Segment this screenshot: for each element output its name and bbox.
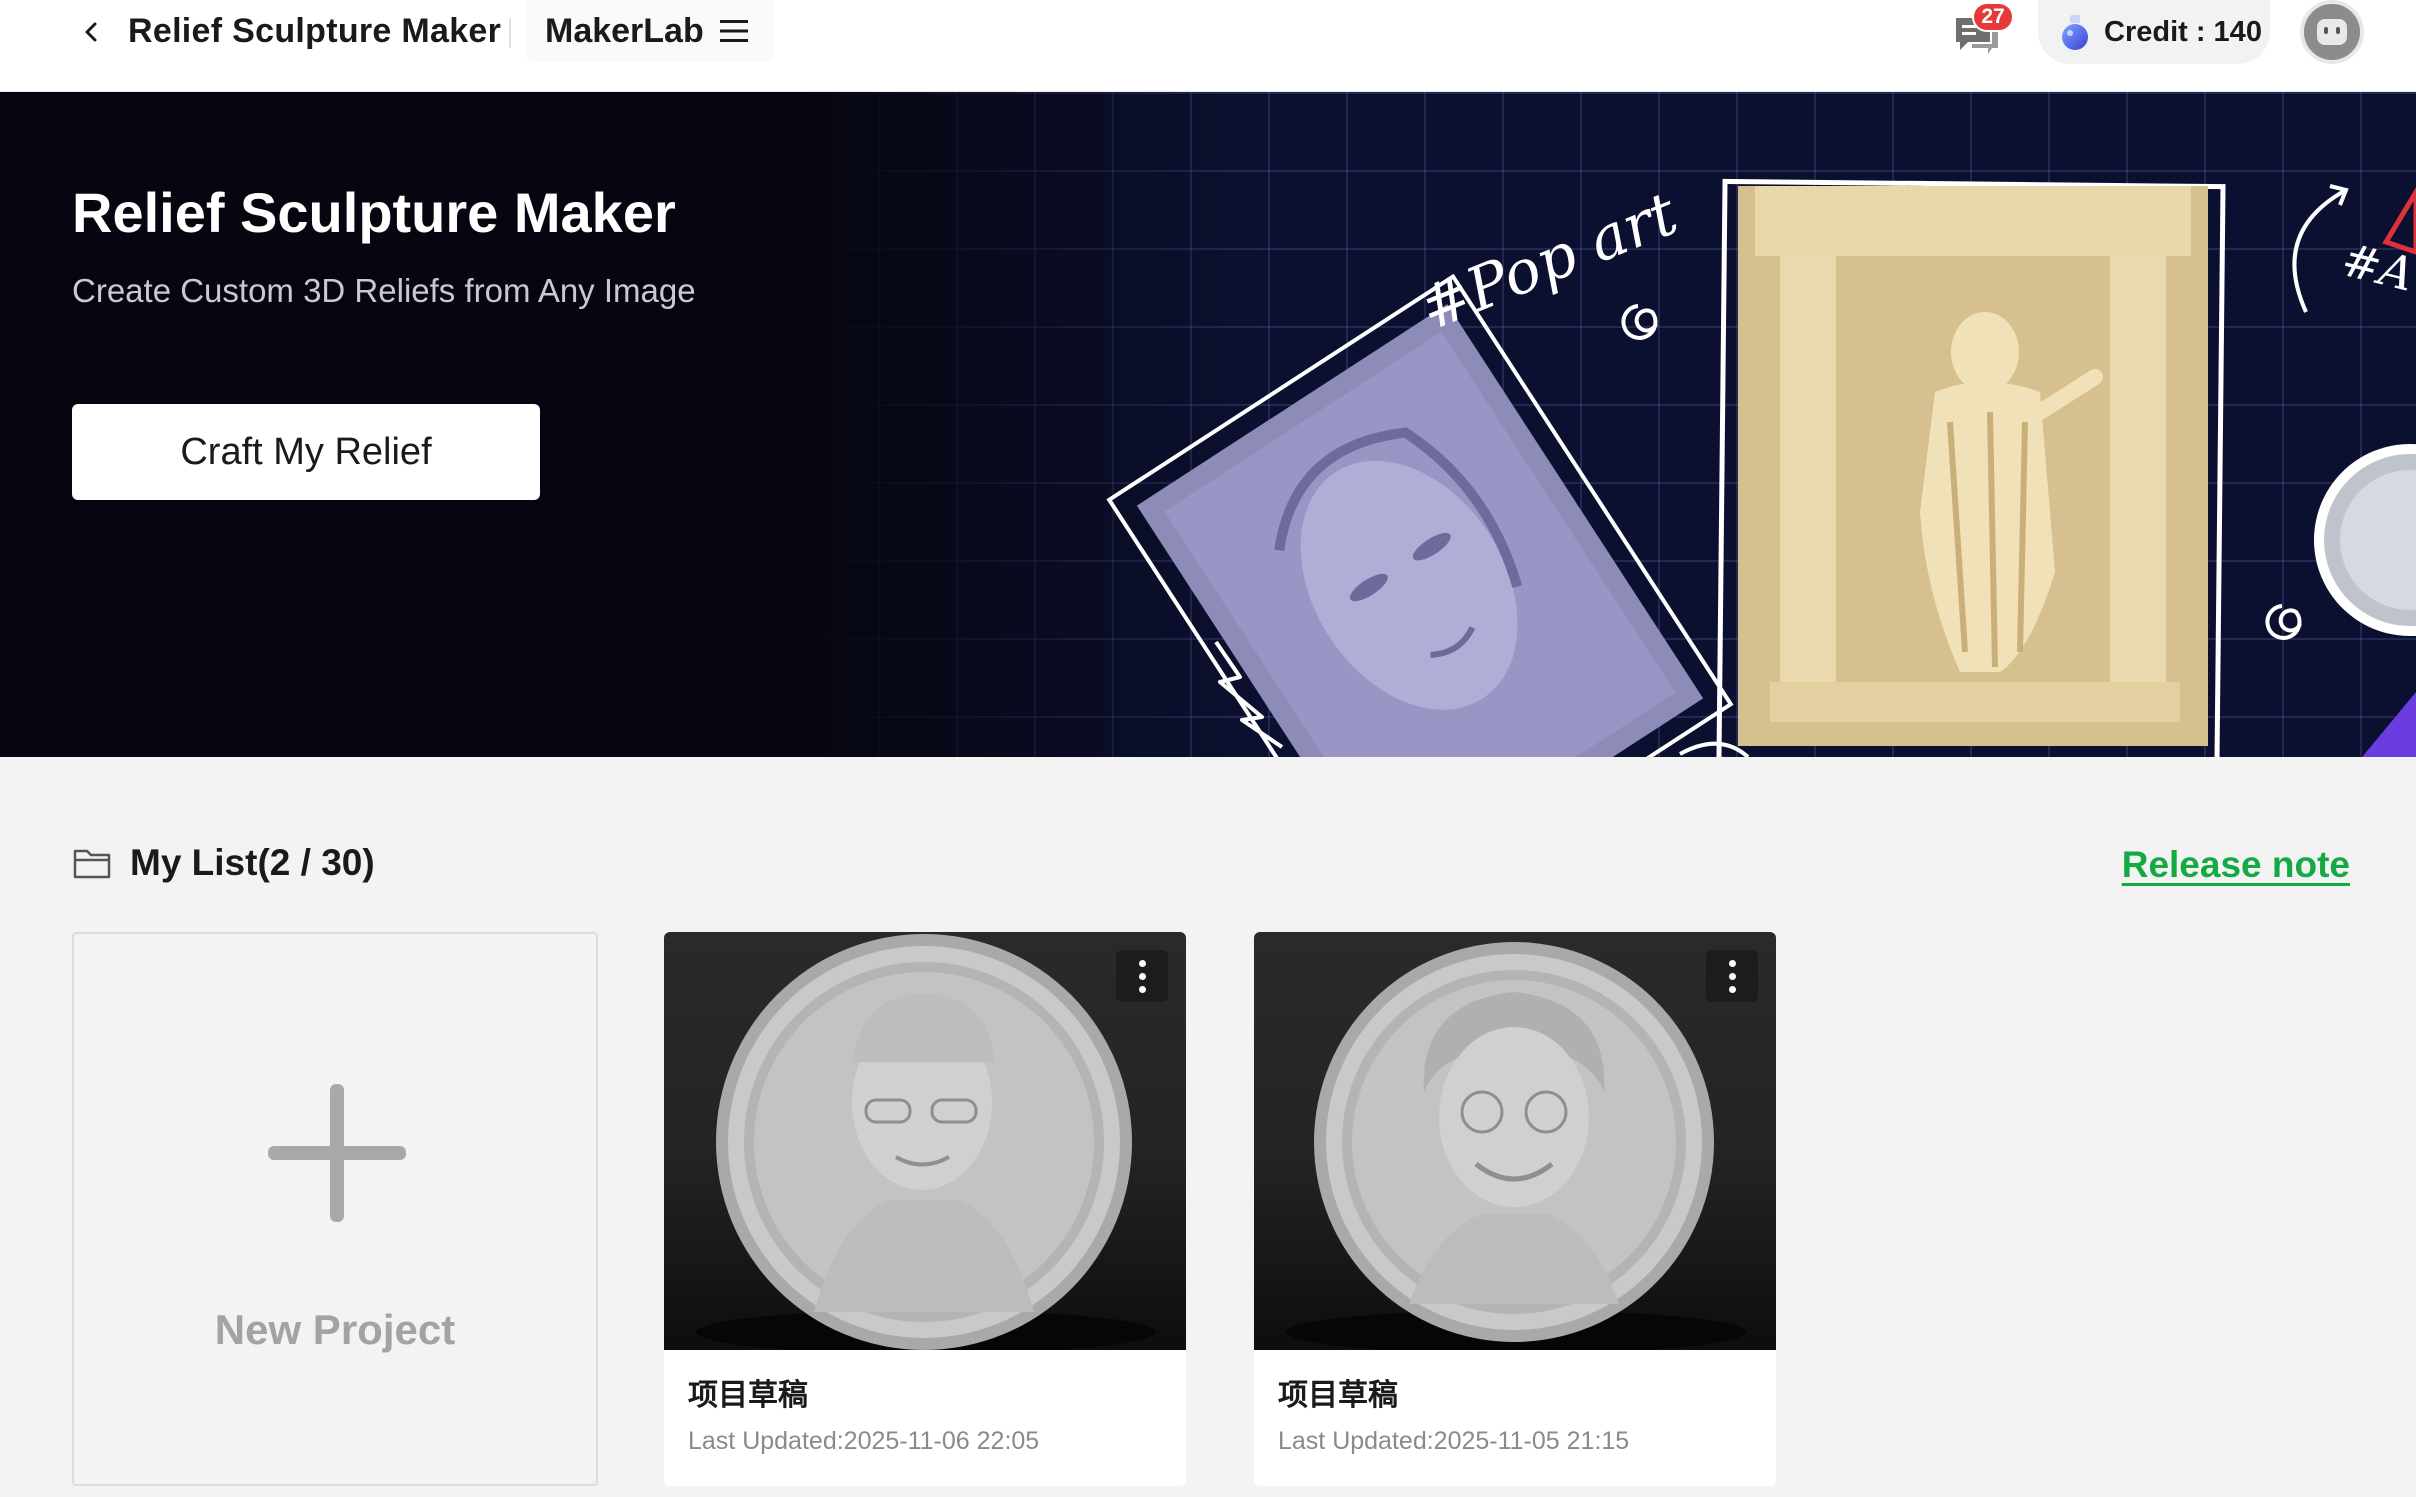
credit-label: Credit : 140 xyxy=(2104,15,2262,48)
user-avatar[interactable] xyxy=(2300,0,2364,64)
project-name: 项目草稿 xyxy=(1278,1378,1398,1413)
project-last-updated: Last Updated:2025-11-05 21:15 xyxy=(1278,1427,1630,1455)
more-vertical-icon xyxy=(1138,959,1146,967)
project-thumbnail xyxy=(1254,932,1776,1350)
more-options-button[interactable] xyxy=(1116,950,1168,1002)
craft-my-relief-button[interactable]: Craft My Relief xyxy=(72,404,540,500)
divider xyxy=(509,18,511,48)
makerlab-menu-button[interactable]: MakerLab xyxy=(527,0,774,62)
coin-relief-image xyxy=(2314,444,2416,636)
plus-icon xyxy=(268,1084,406,1222)
project-card[interactable]: 项目草稿 Last Updated:2025-11-06 22:05 xyxy=(664,932,1186,1486)
notification-badge: 27 xyxy=(1972,2,2014,32)
top-bar: Relief Sculpture Maker MakerLab 27 Credi… xyxy=(0,0,2416,92)
my-list-title: My List(2 / 30) xyxy=(130,842,375,883)
hamburger-menu-icon xyxy=(719,20,748,42)
more-vertical-icon xyxy=(1728,959,1736,967)
statue-relief-image xyxy=(1716,178,2226,757)
chevron-left-icon xyxy=(85,22,97,42)
project-last-updated: Last Updated:2025-11-06 22:05 xyxy=(688,1427,1040,1455)
project-card[interactable]: 项目草稿 Last Updated:2025-11-05 21:15 xyxy=(1254,932,1776,1486)
makerlab-label: MakerLab xyxy=(545,11,704,50)
app-title: Relief Sculpture Maker xyxy=(128,12,502,50)
hero-title: Relief Sculpture Maker xyxy=(72,181,676,244)
notifications-button[interactable]: 27 xyxy=(1952,2,2014,56)
release-note-link[interactable]: Release note xyxy=(2122,844,2350,886)
back-button[interactable] xyxy=(74,14,110,50)
project-thumbnail xyxy=(664,932,1186,1350)
folder-icon xyxy=(73,849,111,879)
portrait-relief-image xyxy=(1106,273,1734,757)
hero-subtitle: Create Custom 3D Reliefs from Any Image xyxy=(72,272,696,309)
project-name: 项目草稿 xyxy=(688,1378,808,1413)
potion-icon xyxy=(2062,15,2088,50)
coin-portrait-image xyxy=(696,934,1156,1350)
credit-button[interactable]: Credit : 140 xyxy=(2038,0,2270,64)
hero-banner: #Pop art #A Relief Sculpture Maker Creat… xyxy=(0,92,2416,757)
my-list-header: My List(2 / 30) xyxy=(72,842,375,884)
new-project-label: New Project xyxy=(214,1306,456,1353)
more-options-button[interactable] xyxy=(1706,950,1758,1002)
robot-avatar-icon xyxy=(2317,19,2347,45)
coin-portrait-image xyxy=(1286,942,1746,1350)
new-project-card[interactable]: New Project xyxy=(72,932,598,1486)
